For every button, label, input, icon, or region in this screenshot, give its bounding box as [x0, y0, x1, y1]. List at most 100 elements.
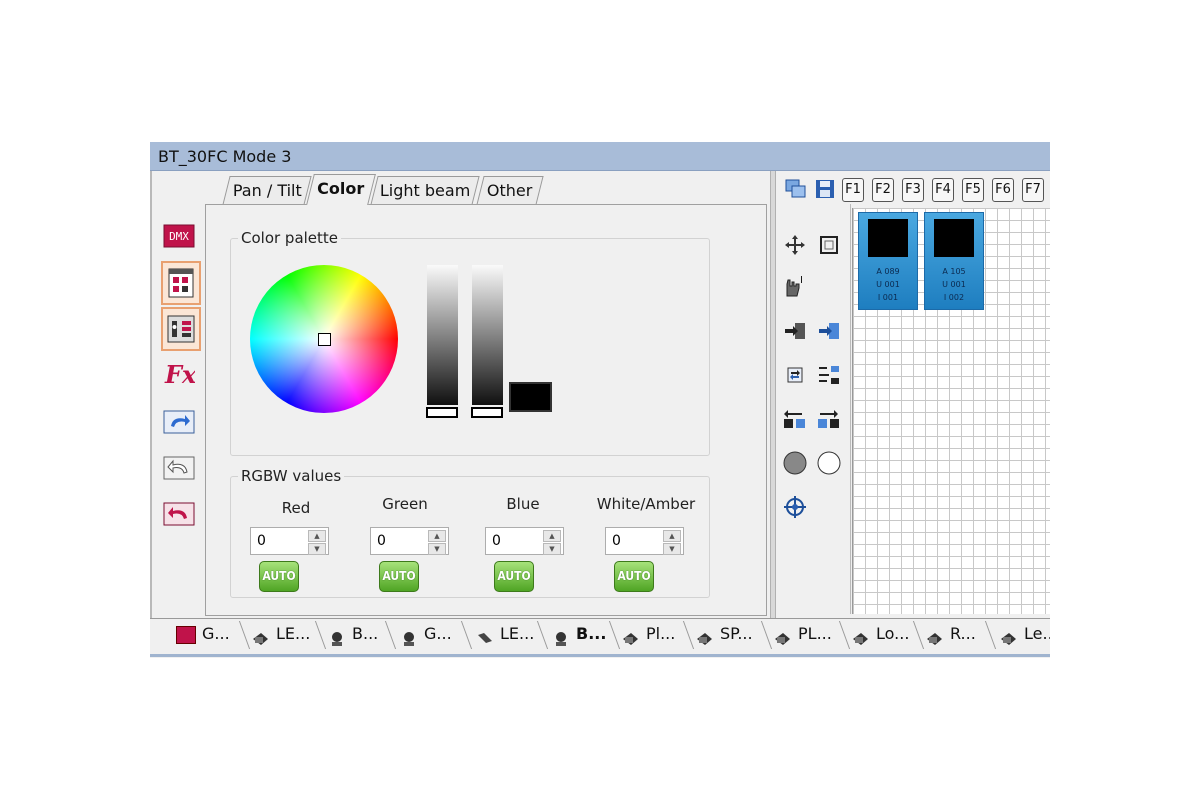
dmx-icon: DMX: [163, 224, 195, 248]
center-tool[interactable]: [782, 494, 808, 520]
red-down-arrow[interactable]: ▼: [308, 543, 326, 555]
tab-separator: [984, 621, 997, 649]
green-auto-button[interactable]: AUTO: [379, 561, 419, 592]
move-tool[interactable]: [782, 232, 808, 258]
redo-button[interactable]: [161, 407, 197, 437]
rotate-tool[interactable]: [782, 362, 808, 388]
bottom-tab[interactable]: R...: [926, 619, 976, 649]
red-value-spinner[interactable]: ▲▼: [250, 527, 329, 555]
rotate-icon: [787, 367, 803, 383]
f7-button[interactable]: F7: [1022, 178, 1044, 202]
panel-splitter[interactable]: [770, 171, 776, 618]
bottom-tab[interactable]: Pl...: [622, 619, 675, 649]
f2-button[interactable]: F2: [872, 178, 894, 202]
tab-label: Light beam: [379, 181, 471, 200]
f4-button[interactable]: F4: [932, 178, 954, 202]
spread-left-tool[interactable]: [782, 406, 808, 432]
bottom-tab-label: SP...: [720, 624, 753, 643]
green-spinner-arrows[interactable]: ▲ ▼: [428, 530, 446, 555]
frame-icon: [820, 236, 838, 254]
right-toolbar: F1 F2 F3 F4 F5 F6 F7: [780, 176, 1050, 202]
f6-button[interactable]: F6: [992, 178, 1014, 202]
bottom-tab[interactable]: SP...: [696, 619, 753, 649]
save-icon[interactable]: [814, 178, 836, 200]
bottom-tab-label: G...: [424, 624, 452, 643]
align-left-in-tool[interactable]: [782, 318, 808, 344]
move-arrows-icon: [785, 235, 805, 255]
f1-button[interactable]: F1: [842, 178, 864, 202]
intensity-slider-handle[interactable]: [426, 407, 458, 418]
bottom-tab-label: B...: [352, 624, 379, 643]
white-slider-handle[interactable]: [471, 407, 503, 418]
copy-windows-icon[interactable]: [784, 178, 808, 200]
dmx-button[interactable]: DMX: [161, 221, 197, 251]
red-up-arrow[interactable]: ▲: [308, 530, 326, 542]
bottom-tab[interactable]: G...: [176, 619, 230, 649]
white-slider[interactable]: [472, 265, 503, 405]
bottom-tab[interactable]: PL...: [774, 619, 832, 649]
distribute-tool[interactable]: [816, 362, 842, 388]
effects-button[interactable]: Fx: [161, 359, 197, 389]
bottom-tab[interactable]: G...: [400, 619, 452, 649]
blue-value-spinner[interactable]: ▲▼: [485, 527, 564, 555]
fixture-channels-button[interactable]: [161, 307, 201, 351]
select-frame-tool[interactable]: [816, 232, 842, 258]
bottom-tab-active[interactable]: B...: [552, 619, 606, 649]
moving-head-icon: [552, 627, 570, 646]
blue-auto-button[interactable]: AUTO: [494, 561, 534, 592]
filled-circle-tool[interactable]: [782, 450, 808, 476]
white-amber-up-arrow[interactable]: ▲: [663, 530, 681, 542]
hand-text-tool[interactable]: I: [782, 274, 808, 300]
spotlight-icon: [252, 627, 270, 645]
tab-separator: [536, 621, 549, 649]
green-value-spinner[interactable]: ▲▼: [370, 527, 449, 555]
tab-light-beam[interactable]: Light beam: [370, 176, 480, 205]
red-value-input[interactable]: [255, 531, 305, 551]
f5-button[interactable]: F5: [962, 178, 984, 202]
empty-circle-tool[interactable]: [816, 450, 842, 476]
filled-circle-icon: [783, 451, 807, 475]
red-label: Red: [281, 499, 311, 517]
green-value-input[interactable]: [375, 531, 425, 551]
fixture-tile[interactable]: A 105 U 001 I 002: [924, 212, 984, 310]
green-up-arrow[interactable]: ▲: [428, 530, 446, 542]
intensity-slider[interactable]: [427, 265, 458, 405]
moving-head-icon: [328, 627, 346, 646]
fixture-channels-icon: [167, 315, 195, 343]
white-amber-down-arrow[interactable]: ▼: [663, 543, 681, 555]
blue-spinner-arrows[interactable]: ▲ ▼: [543, 530, 561, 555]
bottom-tab[interactable]: LE...: [252, 619, 310, 649]
arrow-into-box-blue-icon: [819, 323, 839, 339]
blue-down-arrow[interactable]: ▼: [543, 543, 561, 555]
white-amber-value-spinner[interactable]: ▲▼: [605, 527, 684, 555]
fixture-a: A 105: [942, 267, 966, 276]
white-amber-auto-button[interactable]: AUTO: [614, 561, 654, 592]
bottom-tab[interactable]: LE...: [476, 619, 534, 649]
color-wheel-marker[interactable]: [318, 333, 331, 346]
spread-right-tool[interactable]: [816, 406, 842, 432]
tab-pan-tilt[interactable]: Pan / Tilt: [222, 176, 312, 205]
red-spinner-arrows[interactable]: ▲ ▼: [308, 530, 326, 555]
tab-other[interactable]: Other: [476, 176, 544, 205]
green-down-arrow[interactable]: ▼: [428, 543, 446, 555]
blue-up-arrow[interactable]: ▲: [543, 530, 561, 542]
bottom-tab[interactable]: Lo...: [852, 619, 909, 649]
svg-text:I: I: [800, 275, 803, 286]
undo-red-button[interactable]: [161, 499, 197, 529]
tab-separator: [682, 621, 695, 649]
white-amber-value-input[interactable]: [610, 531, 660, 551]
palette-grid-button[interactable]: [161, 261, 201, 305]
tab-color[interactable]: Color: [306, 174, 376, 205]
rgbw-values-label: RGBW values: [238, 467, 345, 485]
red-auto-button[interactable]: AUTO: [259, 561, 299, 592]
spotlight-icon: [852, 627, 870, 645]
white-amber-spinner-arrows[interactable]: ▲ ▼: [663, 530, 681, 555]
align-right-in-tool[interactable]: [816, 318, 842, 344]
bottom-tab[interactable]: Le...: [1000, 619, 1050, 649]
fixture-tile[interactable]: A 089 U 001 I 001: [858, 212, 918, 310]
f3-button[interactable]: F3: [902, 178, 924, 202]
fixture-editor-window: BT_30FC Mode 3 DMX Fx Pan / Tilt Color L…: [150, 142, 1050, 658]
blue-value-input[interactable]: [490, 531, 540, 551]
undo-gray-button[interactable]: [161, 453, 197, 483]
bottom-tab[interactable]: B...: [328, 619, 378, 649]
